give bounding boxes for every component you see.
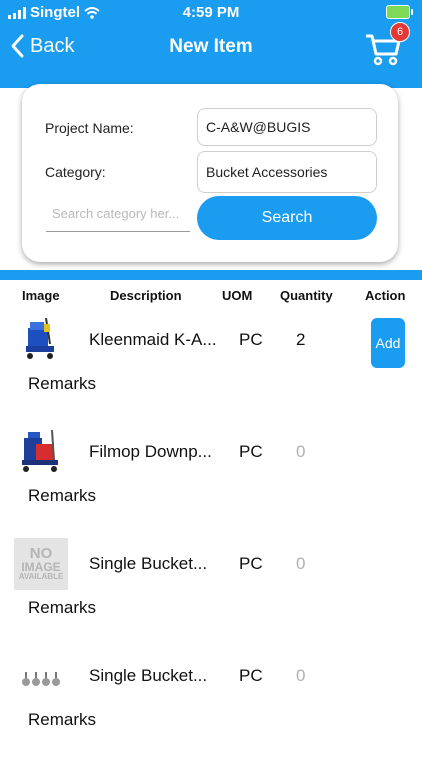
category-label: Category: (45, 164, 106, 180)
status-time: 4:59 PM (182, 4, 240, 21)
project-name-label: Project Name: (45, 120, 134, 136)
section-divider (0, 270, 422, 280)
table-row: NO IMAGE AVAILABLE Single Bucket... PC 0… (0, 534, 422, 646)
item-description: Kleenmaid K-A... (89, 330, 217, 349)
item-description: Filmop Downp... (89, 442, 212, 461)
category-field[interactable]: Bucket Accessories (197, 151, 377, 193)
table-row: Single Bucket... PC 0 Remarks (0, 646, 422, 758)
item-remarks[interactable]: Remarks (28, 710, 96, 730)
add-button[interactable]: Add (371, 318, 405, 368)
project-name-field[interactable]: C-A&W@BUGIS (197, 108, 377, 146)
search-button[interactable]: Search (197, 196, 377, 240)
column-header-uom: UOM (222, 288, 253, 303)
page-title: New Item (169, 36, 253, 57)
filter-card: Project Name: C-A&W@BUGIS Category: Buck… (22, 84, 398, 262)
no-image-placeholder[interactable]: NO IMAGE AVAILABLE (14, 538, 68, 590)
item-quantity[interactable]: 0 (296, 666, 305, 686)
item-uom: PC (239, 666, 263, 685)
status-bar: Singtel 4:59 PM (0, 0, 422, 24)
item-description: Single Bucket... (89, 666, 208, 685)
battery-icon (386, 5, 413, 19)
item-uom: PC (239, 442, 263, 461)
column-header-description: Description (110, 288, 182, 303)
product-image[interactable] (14, 426, 66, 478)
product-image[interactable] (14, 314, 66, 366)
item-quantity[interactable]: 0 (296, 554, 305, 574)
item-quantity[interactable]: 2 (296, 330, 305, 350)
item-uom: PC (239, 330, 263, 349)
cart-button[interactable]: 6 (364, 22, 410, 68)
column-header-quantity: Quantity (280, 288, 333, 303)
nav-bar: Back New Item 6 (0, 22, 422, 68)
table-row: Filmop Downp... PC 0 Remarks (0, 422, 422, 534)
category-search-input[interactable] (46, 196, 190, 232)
item-uom: PC (239, 554, 263, 573)
cart-count-badge: 6 (390, 22, 410, 42)
column-header-image: Image (22, 288, 60, 303)
column-header-action: Action (365, 288, 406, 303)
item-remarks[interactable]: Remarks (28, 374, 96, 394)
no-image-text-3: AVAILABLE (18, 572, 64, 582)
item-remarks[interactable]: Remarks (28, 598, 96, 618)
app-header: Singtel 4:59 PM Back New Item 6 (0, 0, 422, 88)
item-description: Single Bucket... (89, 554, 208, 573)
product-image[interactable] (14, 650, 66, 702)
item-quantity[interactable]: 0 (296, 442, 305, 462)
table-row: Kleenmaid K-A... PC 2 Add Remarks (0, 310, 422, 422)
item-remarks[interactable]: Remarks (28, 486, 96, 506)
